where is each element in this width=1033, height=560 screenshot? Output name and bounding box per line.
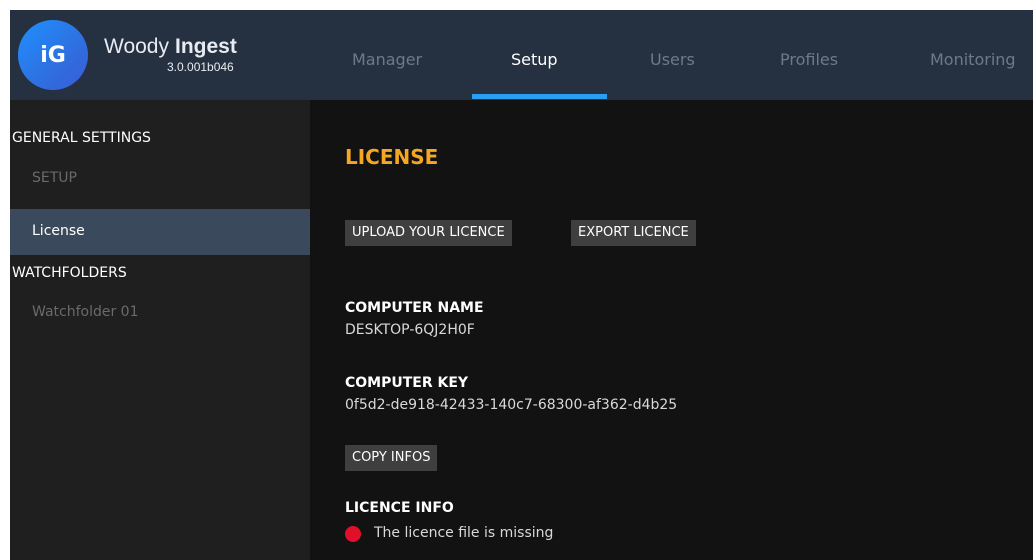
main-content: LICENSE UPLOAD YOUR LICENCE EXPORT LICEN… [310, 100, 1033, 560]
tab-users[interactable]: Users [650, 10, 695, 100]
computer-name-value: DESKTOP-6QJ2H0F [345, 322, 475, 338]
app-logo-icon: iG [18, 20, 88, 90]
computer-key-label: COMPUTER KEY [345, 375, 469, 391]
app-name: Woody Ingest [104, 35, 237, 59]
red-dot-icon [345, 526, 361, 542]
copy-infos-button[interactable]: COPY INFOS [345, 445, 438, 471]
app-version: 3.0.001b046 [167, 60, 234, 74]
app-name-ingest: Ingest [174, 35, 237, 58]
active-tab-indicator [472, 94, 607, 99]
export-licence-button[interactable]: EXPORT LICENCE [571, 220, 696, 246]
sidebar-item-license[interactable]: License [10, 209, 310, 255]
sidebar-item-license-label: License [32, 223, 85, 239]
app-window: iG Woody Ingest 3.0.001b046 Manager Setup… [10, 10, 1033, 560]
sidebar-item-watchfolder-01[interactable]: Watchfolder 01 [32, 304, 139, 320]
tab-setup[interactable]: Setup [511, 10, 558, 100]
tab-monitoring[interactable]: Monitoring [930, 10, 1016, 100]
computer-name-label: COMPUTER NAME [345, 300, 484, 316]
app-name-woody: Woody [104, 35, 169, 58]
sidebar-section-general-settings[interactable]: GENERAL SETTINGS [12, 130, 151, 146]
top-header: iG Woody Ingest 3.0.001b046 Manager Setup… [10, 10, 1033, 100]
computer-key-value: 0f5d2-de918-42433-140c7-68300-af362-d4b2… [345, 397, 678, 413]
tab-profiles[interactable]: Profiles [780, 10, 838, 100]
tab-manager[interactable]: Manager [352, 10, 422, 100]
sidebar: GENERAL SETTINGS SETUP License WATCHFOLD… [10, 100, 310, 560]
sidebar-item-setup[interactable]: SETUP [32, 170, 77, 186]
sidebar-section-watchfolders[interactable]: WATCHFOLDERS [12, 265, 127, 281]
licence-info-label: LICENCE INFO [345, 500, 454, 516]
page-title: LICENSE [345, 145, 439, 169]
upload-licence-button[interactable]: UPLOAD YOUR LICENCE [345, 220, 512, 246]
licence-status-text: The licence file is missing [374, 525, 554, 541]
